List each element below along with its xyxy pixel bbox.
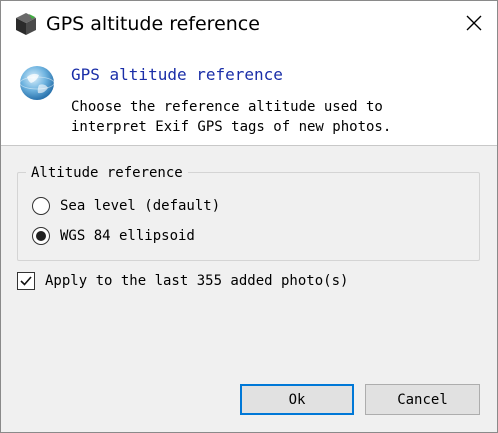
close-icon [466, 15, 482, 35]
altitude-reference-group [17, 172, 480, 261]
radio-label: Sea level (default) [60, 198, 221, 214]
close-button[interactable] [451, 1, 497, 49]
header-description: Choose the reference altitude used to in… [71, 99, 392, 135]
checkbox[interactable] [17, 272, 35, 290]
dialog-header: GPS altitude reference Choose the refere… [1, 49, 497, 145]
app-cube-icon [15, 12, 37, 36]
checkmark-icon [20, 276, 32, 286]
header-title: GPS altitude reference [71, 65, 283, 84]
radio-wgs84-ellipsoid[interactable]: WGS 84 ellipsoid [32, 227, 195, 245]
checkbox-label: Apply to the last 355 added photo(s) [45, 273, 349, 289]
header-separator [1, 145, 497, 146]
ok-button[interactable]: Ok [240, 384, 354, 415]
globe-icon [17, 63, 57, 103]
radio-sea-level[interactable]: Sea level (default) [32, 197, 220, 215]
group-legend: Altitude reference [26, 165, 188, 181]
apply-to-last-photos-checkbox[interactable]: Apply to the last 355 added photo(s) [17, 272, 348, 290]
radio-button[interactable] [32, 227, 50, 245]
radio-button[interactable] [32, 197, 50, 215]
cancel-button[interactable]: Cancel [365, 384, 480, 415]
radio-label: WGS 84 ellipsoid [60, 228, 195, 244]
dialog-window: GPS altitude reference GPS altitude refe… [0, 0, 498, 433]
title-bar: GPS altitude reference [1, 1, 497, 49]
window-title: GPS altitude reference [46, 13, 260, 35]
